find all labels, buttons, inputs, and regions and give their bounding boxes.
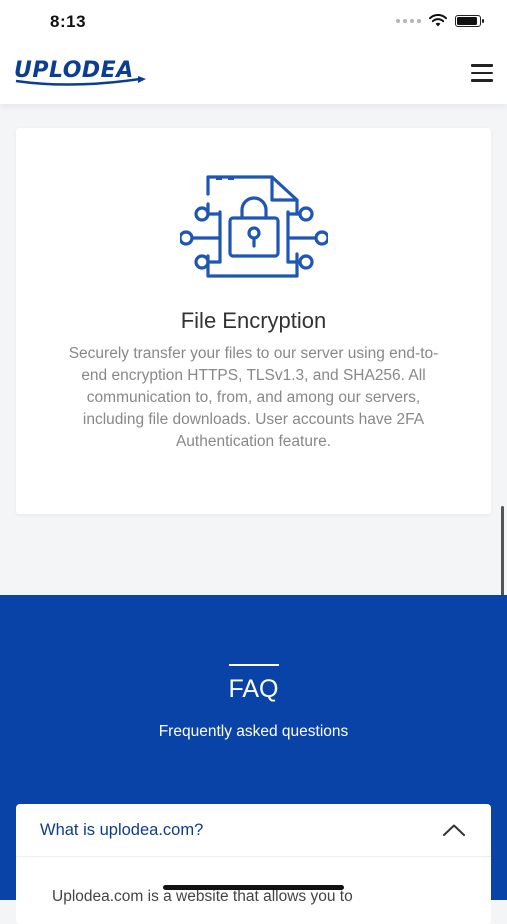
feature-title: File Encryption [180,308,327,333]
status-bar: 8:13 [0,0,507,46]
faq-question[interactable]: What is uplodea.com? [40,821,203,840]
faq-subtitle: Frequently asked questions [158,723,349,740]
faq-title-underline [229,664,279,666]
status-time: 8:13 [50,12,87,31]
hamburger-menu-icon[interactable] [471,64,493,82]
feature-card-file-encryption: File Encryption Securely transfer your f… [16,128,491,514]
faq-answer: Uplodea.com is a website that allows you… [52,888,353,905]
top-header: UPLODEA [0,46,507,104]
file-lock-encryption-icon [180,175,328,278]
wifi-icon [429,14,447,27]
faq-title: FAQ [228,675,279,703]
home-indicator [163,885,344,890]
logo-swoosh-icon [15,76,146,86]
uplodea-logo[interactable]: UPLODEA [14,58,146,86]
faq-item[interactable]: What is uplodea.com? Uplodea.com is a we… [16,804,491,924]
faq-divider [16,856,491,857]
feature-description: Securely transfer your files to our serv… [68,345,439,450]
chevron-up-icon[interactable] [443,824,465,836]
status-icons [396,14,484,27]
cellular-signal-icon [396,18,421,23]
battery-icon [455,14,484,27]
